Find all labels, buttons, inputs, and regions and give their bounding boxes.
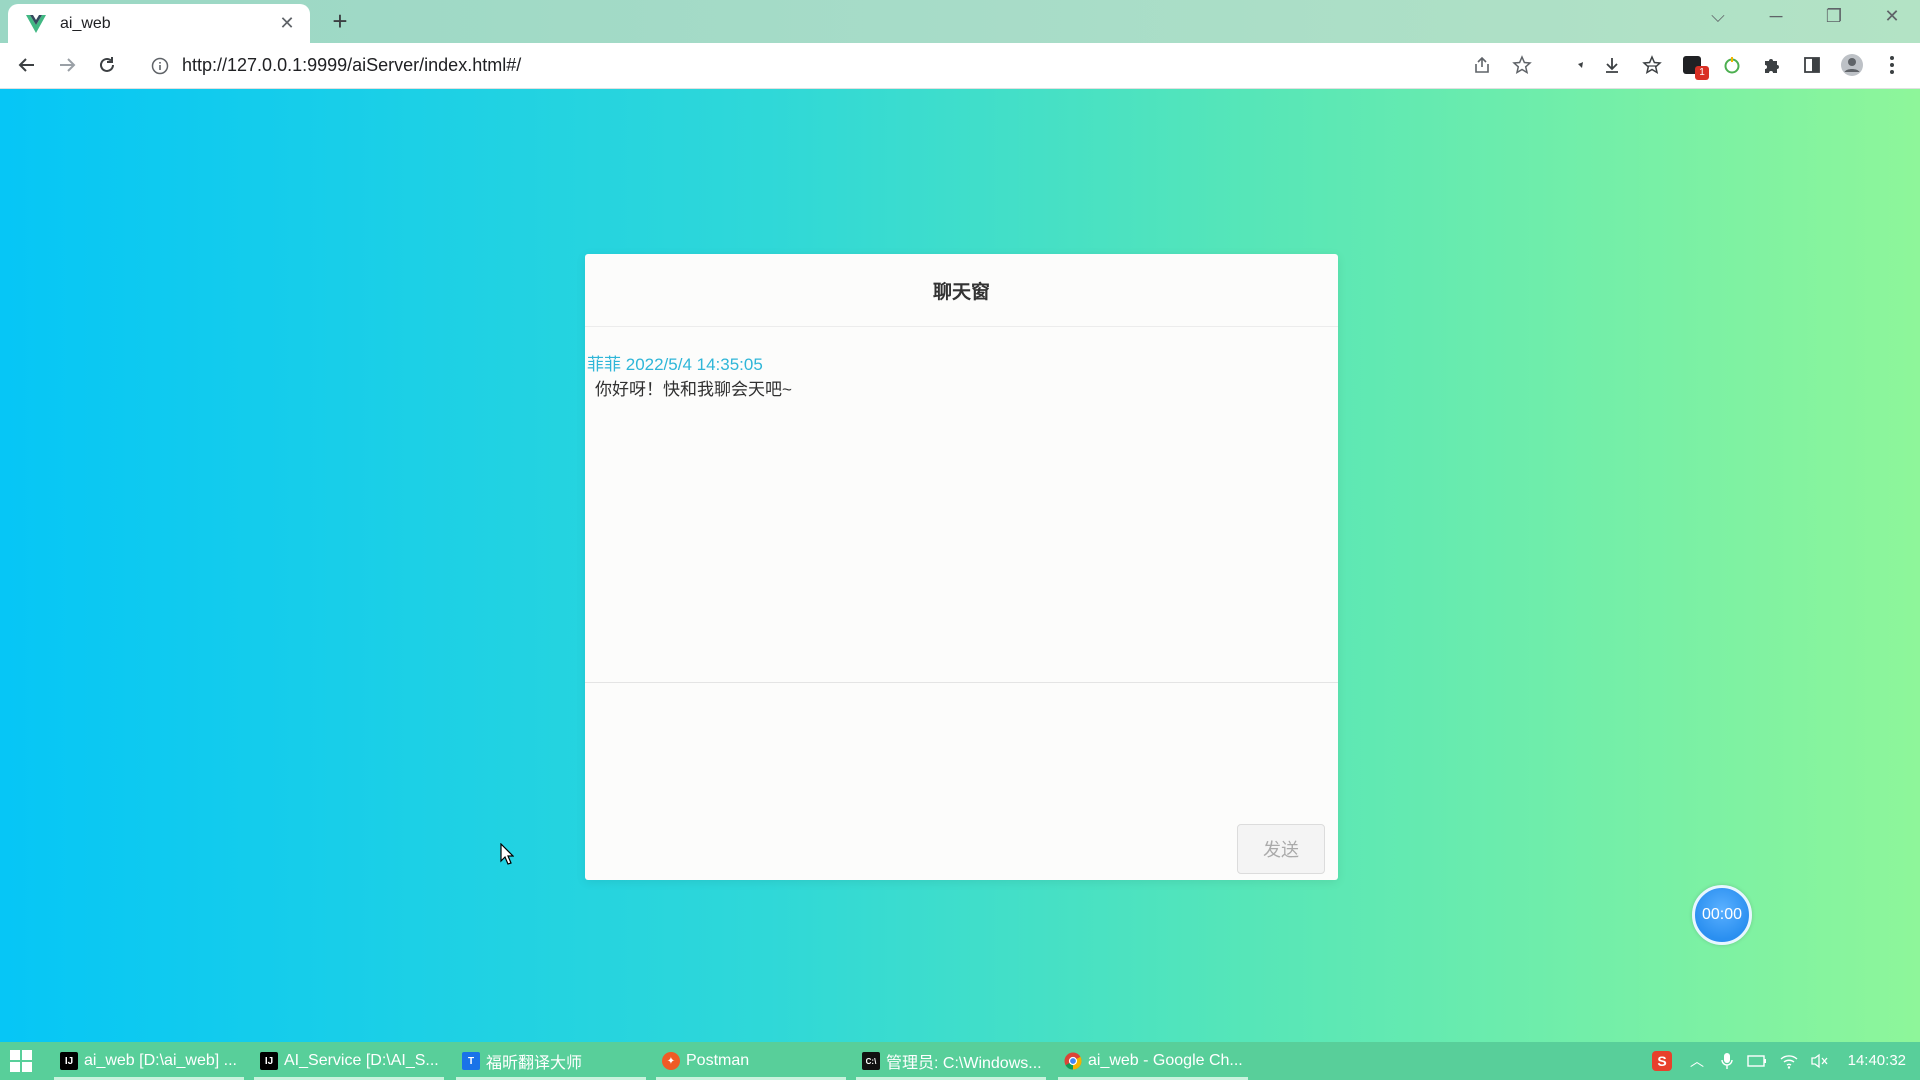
intellij-icon: IJ xyxy=(60,1052,78,1070)
extension-badge: 1 xyxy=(1695,66,1709,80)
chat-header: 聊天窗 xyxy=(585,254,1338,327)
forward-arrow-icon xyxy=(60,58,76,72)
taskbar-item-foxit-translate[interactable]: T 福昕翻译大师 xyxy=(456,1042,646,1080)
download-icon[interactable] xyxy=(1596,49,1628,81)
url-text: http://127.0.0.1:9999/aiServer/index.htm… xyxy=(182,55,522,75)
forward-button[interactable] xyxy=(51,49,83,81)
taskbar-item-ai-service-idea[interactable]: IJ AI_Service [D:\AI_S... xyxy=(254,1042,444,1080)
browser-tab-ai-web[interactable]: ai_web ✕ xyxy=(8,4,310,43)
translate-extension-icon[interactable] xyxy=(1556,49,1588,81)
sogou-ime-icon[interactable]: S xyxy=(1648,1042,1676,1080)
intellij-icon: IJ xyxy=(260,1052,278,1070)
taskbar-item-cmd[interactable]: C:\ 管理员: C:\Windows... xyxy=(856,1042,1046,1080)
taskbar-item-postman[interactable]: ✦ Postman xyxy=(656,1042,846,1080)
side-panel-icon[interactable] xyxy=(1796,49,1828,81)
taskbar-item-label: AI_Service [D:\AI_S... xyxy=(284,1052,439,1069)
message-text: 你好呀！快和我聊会天吧~ xyxy=(595,380,792,399)
taskbar-item-label: Postman xyxy=(686,1052,750,1069)
chat-message-list[interactable]: 菲菲 2022/5/4 14:35:05 你好呀！快和我聊会天吧~ xyxy=(585,327,1338,681)
tab-close-icon[interactable]: ✕ xyxy=(276,13,298,34)
taskbar-item-label: 管理员: C:\Windows... xyxy=(886,1055,1042,1072)
favorites-extension-icon[interactable] xyxy=(1636,49,1668,81)
taskbar-item-label: 福昕翻译大师 xyxy=(486,1055,583,1072)
close-window-icon[interactable]: ✕ xyxy=(1872,6,1912,27)
wifi-icon[interactable] xyxy=(1776,1042,1802,1080)
chrome-icon xyxy=(1064,1052,1082,1070)
taskbar-item-chrome[interactable]: ai_web - Google Ch... xyxy=(1058,1042,1248,1080)
cmd-icon: C:\ xyxy=(862,1052,880,1070)
back-arrow-icon xyxy=(18,58,34,72)
battery-icon[interactable] xyxy=(1744,1042,1770,1080)
timer-button[interactable]: 00:00 xyxy=(1692,885,1752,945)
adblock-extension-icon[interactable]: 1 xyxy=(1678,49,1710,81)
vue-favicon-icon xyxy=(26,14,46,34)
mouse-cursor-icon xyxy=(500,843,514,865)
chat-input-area: 发送 xyxy=(585,682,1338,881)
taskbar-item-label: ai_web - Google Ch... xyxy=(1088,1052,1243,1069)
reload-button[interactable] xyxy=(91,49,123,81)
tray-expand-icon[interactable]: ︿ xyxy=(1684,1042,1710,1080)
taskbar-item-ai-web-idea[interactable]: IJ ai_web [D:\ai_web] ... xyxy=(54,1042,244,1080)
share-icon[interactable] xyxy=(1466,49,1498,81)
chat-title: 聊天窗 xyxy=(932,281,990,303)
minimize-icon[interactable]: ─ xyxy=(1756,6,1796,27)
chat-window: 聊天窗 菲菲 2022/5/4 14:35:05 你好呀！快和我聊会天吧~ 发送 xyxy=(585,254,1338,880)
new-tab-button[interactable]: + xyxy=(325,6,355,36)
microphone-icon[interactable] xyxy=(1714,1042,1740,1080)
message-meta: 菲菲 2022/5/4 14:35:05 xyxy=(587,350,763,375)
volume-muted-icon[interactable] xyxy=(1806,1042,1832,1080)
profile-avatar-icon[interactable] xyxy=(1836,49,1868,81)
address-bar[interactable]: http://127.0.0.1:9999/aiServer/index.htm… xyxy=(138,49,1538,82)
extensions-puzzle-icon[interactable] xyxy=(1756,49,1788,81)
refresh-extension-icon[interactable] xyxy=(1716,49,1748,81)
message-time: 2022/5/4 14:35:05 xyxy=(625,355,763,374)
windows-taskbar: IJ ai_web [D:\ai_web] ... IJ AI_Service … xyxy=(0,1042,1920,1080)
tab-title: ai_web xyxy=(60,14,111,32)
browser-tabstrip: ai_web ✕ + ⌵ ─ ❐ ✕ xyxy=(0,0,1920,43)
browser-toolbar: http://127.0.0.1:9999/aiServer/index.htm… xyxy=(0,43,1920,89)
restore-icon[interactable]: ❐ xyxy=(1814,6,1854,27)
reload-icon xyxy=(100,57,114,72)
send-button[interactable]: 发送 xyxy=(1237,824,1325,874)
windows-start-icon[interactable] xyxy=(10,1050,32,1072)
bookmark-star-icon[interactable] xyxy=(1506,49,1538,81)
page-background: 聊天窗 菲菲 2022/5/4 14:35:05 你好呀！快和我聊会天吧~ 发送… xyxy=(0,89,1920,1042)
foxit-translate-icon: T xyxy=(462,1052,480,1070)
menu-kebab-icon[interactable] xyxy=(1876,49,1908,81)
tab-search-icon[interactable]: ⌵ xyxy=(1698,6,1738,27)
back-button[interactable] xyxy=(11,49,43,81)
chat-input[interactable] xyxy=(591,689,1333,753)
taskbar-item-label: ai_web [D:\ai_web] ... xyxy=(84,1052,237,1069)
postman-icon: ✦ xyxy=(662,1052,680,1070)
system-clock[interactable]: 14:40:32 xyxy=(1848,1052,1906,1069)
message-sender: 菲菲 xyxy=(587,355,621,374)
site-info-icon[interactable] xyxy=(150,56,170,76)
